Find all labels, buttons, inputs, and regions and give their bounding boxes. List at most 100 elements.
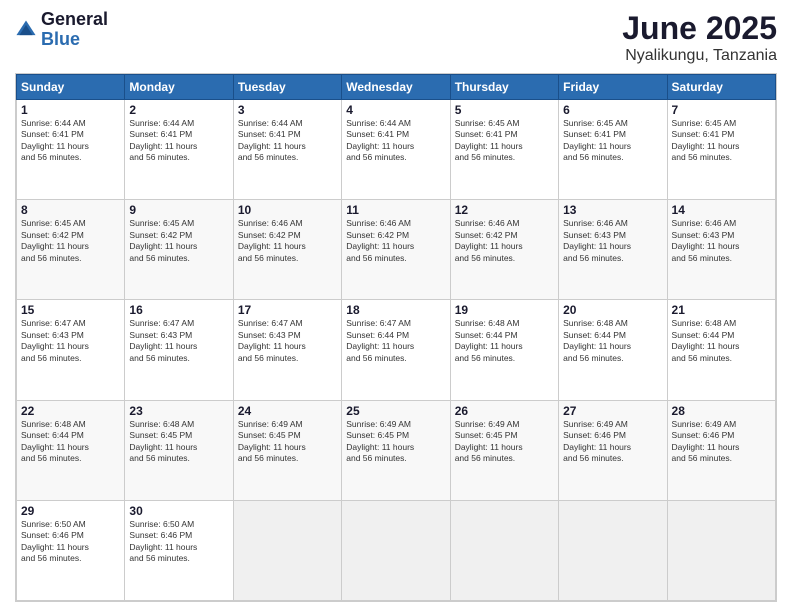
table-row: 15 Sunrise: 6:47 AMSunset: 6:43 PMDaylig… (17, 300, 125, 400)
day-number: 22 (21, 404, 120, 418)
day-info: Sunrise: 6:48 AMSunset: 6:44 PMDaylight:… (672, 318, 740, 362)
day-number: 20 (563, 303, 662, 317)
day-number: 30 (129, 504, 228, 518)
col-saturday: Saturday (667, 75, 775, 100)
table-row: 24 Sunrise: 6:49 AMSunset: 6:45 PMDaylig… (233, 400, 341, 500)
day-number: 27 (563, 404, 662, 418)
day-number: 29 (21, 504, 120, 518)
day-info: Sunrise: 6:49 AMSunset: 6:45 PMDaylight:… (455, 419, 523, 463)
table-row: 5 Sunrise: 6:45 AMSunset: 6:41 PMDayligh… (450, 100, 558, 200)
day-info: Sunrise: 6:50 AMSunset: 6:46 PMDaylight:… (129, 519, 197, 563)
logo-icon (15, 19, 37, 41)
table-row: 26 Sunrise: 6:49 AMSunset: 6:45 PMDaylig… (450, 400, 558, 500)
header: General Blue June 2025 Nyalikungu, Tanza… (15, 10, 777, 65)
table-row: 27 Sunrise: 6:49 AMSunset: 6:46 PMDaylig… (559, 400, 667, 500)
day-number: 11 (346, 203, 445, 217)
day-info: Sunrise: 6:45 AMSunset: 6:41 PMDaylight:… (455, 118, 523, 162)
table-row: 30 Sunrise: 6:50 AMSunset: 6:46 PMDaylig… (125, 500, 233, 600)
table-row: 10 Sunrise: 6:46 AMSunset: 6:42 PMDaylig… (233, 200, 341, 300)
day-info: Sunrise: 6:46 AMSunset: 6:42 PMDaylight:… (238, 218, 306, 262)
day-number: 6 (563, 103, 662, 117)
day-info: Sunrise: 6:49 AMSunset: 6:46 PMDaylight:… (563, 419, 631, 463)
day-number: 23 (129, 404, 228, 418)
col-sunday: Sunday (17, 75, 125, 100)
day-info: Sunrise: 6:46 AMSunset: 6:42 PMDaylight:… (455, 218, 523, 262)
main-title: June 2025 (622, 10, 777, 47)
day-number: 15 (21, 303, 120, 317)
day-number: 17 (238, 303, 337, 317)
logo-blue: Blue (41, 30, 108, 50)
day-info: Sunrise: 6:46 AMSunset: 6:43 PMDaylight:… (672, 218, 740, 262)
day-info: Sunrise: 6:48 AMSunset: 6:45 PMDaylight:… (129, 419, 197, 463)
day-info: Sunrise: 6:44 AMSunset: 6:41 PMDaylight:… (346, 118, 414, 162)
logo-text: General Blue (41, 10, 108, 50)
day-info: Sunrise: 6:45 AMSunset: 6:41 PMDaylight:… (563, 118, 631, 162)
col-wednesday: Wednesday (342, 75, 450, 100)
day-info: Sunrise: 6:45 AMSunset: 6:42 PMDaylight:… (21, 218, 89, 262)
day-info: Sunrise: 6:44 AMSunset: 6:41 PMDaylight:… (21, 118, 89, 162)
day-number: 7 (672, 103, 771, 117)
table-row: 13 Sunrise: 6:46 AMSunset: 6:43 PMDaylig… (559, 200, 667, 300)
table-row (450, 500, 558, 600)
day-number: 25 (346, 404, 445, 418)
table-row: 28 Sunrise: 6:49 AMSunset: 6:46 PMDaylig… (667, 400, 775, 500)
day-info: Sunrise: 6:48 AMSunset: 6:44 PMDaylight:… (563, 318, 631, 362)
page: General Blue June 2025 Nyalikungu, Tanza… (0, 0, 792, 612)
table-row: 4 Sunrise: 6:44 AMSunset: 6:41 PMDayligh… (342, 100, 450, 200)
day-info: Sunrise: 6:46 AMSunset: 6:43 PMDaylight:… (563, 218, 631, 262)
table-row (233, 500, 341, 600)
table-row: 22 Sunrise: 6:48 AMSunset: 6:44 PMDaylig… (17, 400, 125, 500)
table-row: 19 Sunrise: 6:48 AMSunset: 6:44 PMDaylig… (450, 300, 558, 400)
day-number: 18 (346, 303, 445, 317)
table-row: 14 Sunrise: 6:46 AMSunset: 6:43 PMDaylig… (667, 200, 775, 300)
day-number: 4 (346, 103, 445, 117)
table-row: 3 Sunrise: 6:44 AMSunset: 6:41 PMDayligh… (233, 100, 341, 200)
table-row: 7 Sunrise: 6:45 AMSunset: 6:41 PMDayligh… (667, 100, 775, 200)
table-row: 11 Sunrise: 6:46 AMSunset: 6:42 PMDaylig… (342, 200, 450, 300)
day-number: 12 (455, 203, 554, 217)
col-friday: Friday (559, 75, 667, 100)
location: Nyalikungu, Tanzania (622, 47, 777, 65)
day-info: Sunrise: 6:49 AMSunset: 6:45 PMDaylight:… (346, 419, 414, 463)
table-row: 16 Sunrise: 6:47 AMSunset: 6:43 PMDaylig… (125, 300, 233, 400)
col-monday: Monday (125, 75, 233, 100)
day-info: Sunrise: 6:45 AMSunset: 6:41 PMDaylight:… (672, 118, 740, 162)
day-number: 2 (129, 103, 228, 117)
day-number: 10 (238, 203, 337, 217)
day-number: 21 (672, 303, 771, 317)
day-number: 16 (129, 303, 228, 317)
day-number: 3 (238, 103, 337, 117)
table-row (342, 500, 450, 600)
table-row: 25 Sunrise: 6:49 AMSunset: 6:45 PMDaylig… (342, 400, 450, 500)
day-number: 26 (455, 404, 554, 418)
table-row: 17 Sunrise: 6:47 AMSunset: 6:43 PMDaylig… (233, 300, 341, 400)
day-info: Sunrise: 6:46 AMSunset: 6:42 PMDaylight:… (346, 218, 414, 262)
col-thursday: Thursday (450, 75, 558, 100)
day-info: Sunrise: 6:47 AMSunset: 6:43 PMDaylight:… (21, 318, 89, 362)
day-info: Sunrise: 6:45 AMSunset: 6:42 PMDaylight:… (129, 218, 197, 262)
table-row: 18 Sunrise: 6:47 AMSunset: 6:44 PMDaylig… (342, 300, 450, 400)
table-row (559, 500, 667, 600)
day-info: Sunrise: 6:49 AMSunset: 6:46 PMDaylight:… (672, 419, 740, 463)
day-number: 14 (672, 203, 771, 217)
day-info: Sunrise: 6:47 AMSunset: 6:44 PMDaylight:… (346, 318, 414, 362)
day-number: 8 (21, 203, 120, 217)
col-tuesday: Tuesday (233, 75, 341, 100)
day-info: Sunrise: 6:47 AMSunset: 6:43 PMDaylight:… (238, 318, 306, 362)
title-block: June 2025 Nyalikungu, Tanzania (622, 10, 777, 65)
table-row: 9 Sunrise: 6:45 AMSunset: 6:42 PMDayligh… (125, 200, 233, 300)
table-row: 21 Sunrise: 6:48 AMSunset: 6:44 PMDaylig… (667, 300, 775, 400)
calendar: Sunday Monday Tuesday Wednesday Thursday… (15, 73, 777, 602)
table-row: 12 Sunrise: 6:46 AMSunset: 6:42 PMDaylig… (450, 200, 558, 300)
table-row: 8 Sunrise: 6:45 AMSunset: 6:42 PMDayligh… (17, 200, 125, 300)
day-info: Sunrise: 6:44 AMSunset: 6:41 PMDaylight:… (238, 118, 306, 162)
table-row: 2 Sunrise: 6:44 AMSunset: 6:41 PMDayligh… (125, 100, 233, 200)
day-info: Sunrise: 6:47 AMSunset: 6:43 PMDaylight:… (129, 318, 197, 362)
day-number: 5 (455, 103, 554, 117)
calendar-header-row: Sunday Monday Tuesday Wednesday Thursday… (17, 75, 776, 100)
day-info: Sunrise: 6:48 AMSunset: 6:44 PMDaylight:… (455, 318, 523, 362)
day-info: Sunrise: 6:49 AMSunset: 6:45 PMDaylight:… (238, 419, 306, 463)
day-number: 19 (455, 303, 554, 317)
day-info: Sunrise: 6:48 AMSunset: 6:44 PMDaylight:… (21, 419, 89, 463)
table-row: 1 Sunrise: 6:44 AMSunset: 6:41 PMDayligh… (17, 100, 125, 200)
